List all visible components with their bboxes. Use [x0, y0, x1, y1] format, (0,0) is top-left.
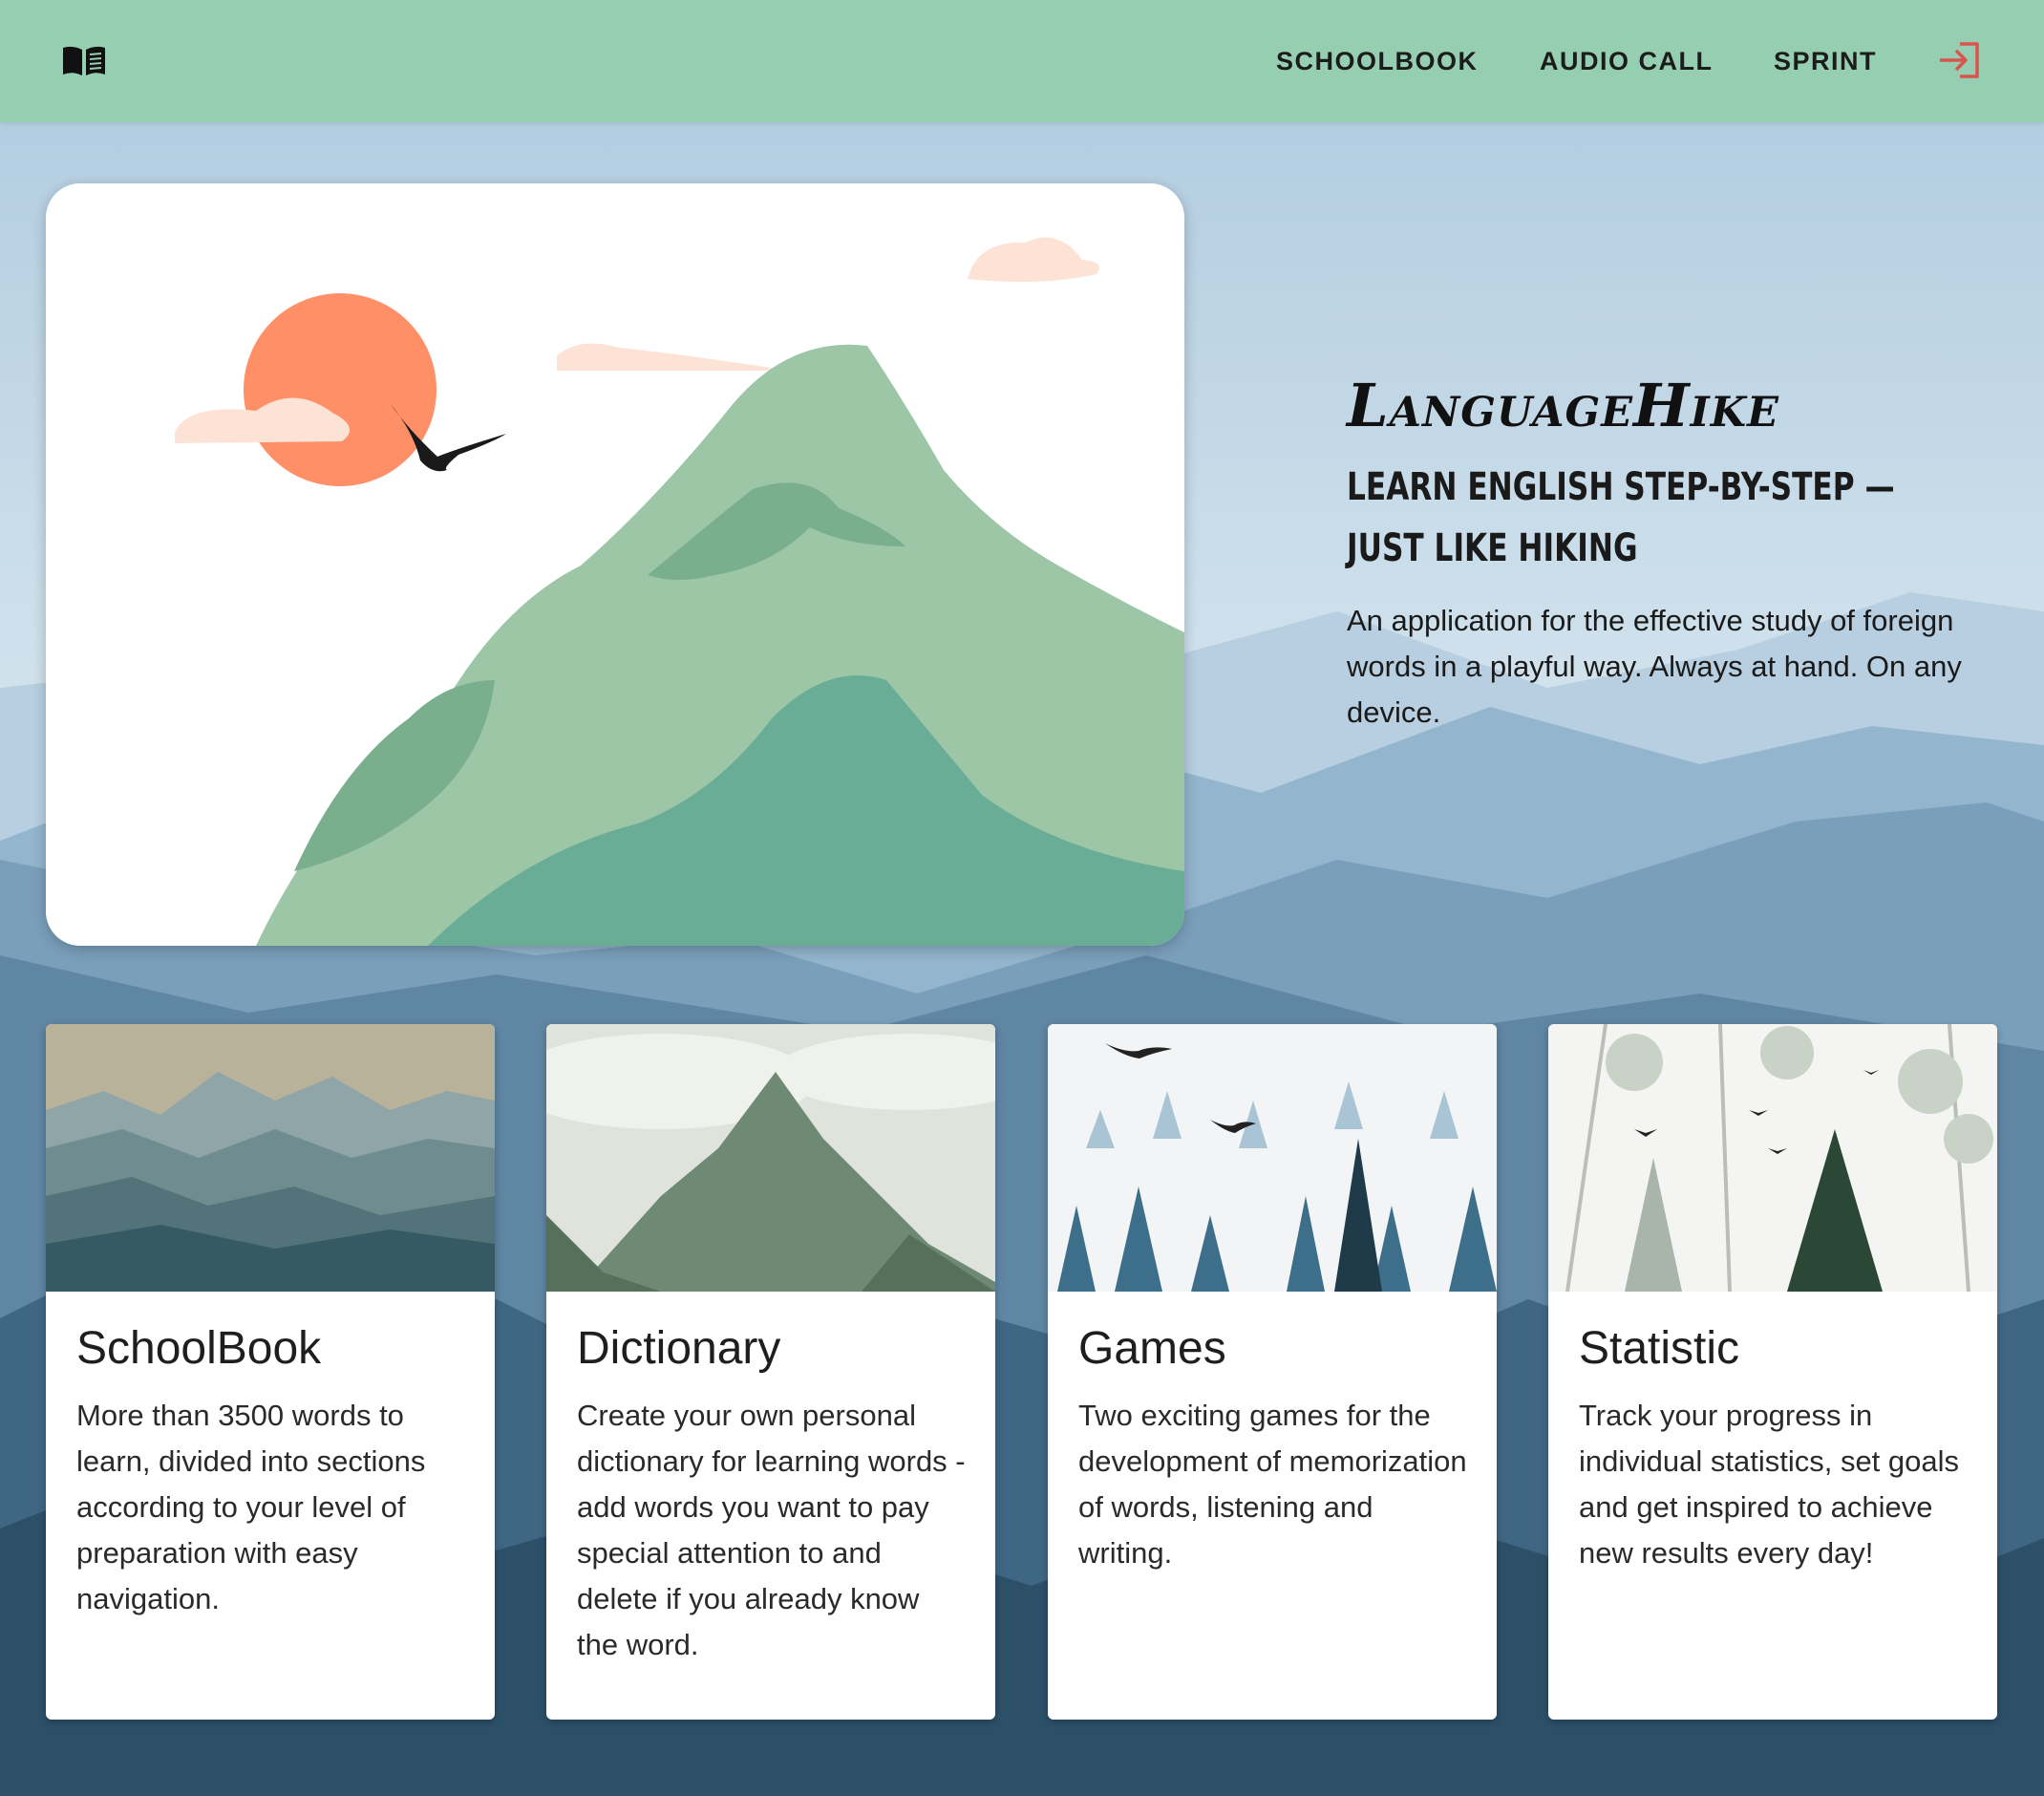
forest-birds-image [1048, 1024, 1497, 1292]
nav-audio-call-link[interactable]: AUDIO CALL [1540, 45, 1713, 77]
watercolor-trees-image [1548, 1024, 1997, 1292]
nav-schoolbook-link[interactable]: SCHOOLBOOK [1276, 45, 1479, 77]
card-description: Track your progress in individual statis… [1579, 1399, 1960, 1570]
nav-sprint-link[interactable]: SPRINT [1774, 45, 1877, 77]
login-arrow-icon[interactable] [1937, 41, 1981, 79]
hero-illustration [46, 183, 1184, 946]
feature-card-dictionary[interactable]: Dictionary Create your own personal dict… [546, 1024, 995, 1720]
foggy-mountain-image [546, 1024, 995, 1292]
misty-mountains-image [46, 1024, 495, 1292]
card-description: More than 3500 words to learn, divided i… [76, 1399, 426, 1615]
hero-text-block: LanguageHike LEARN ENGLISH STEP-BY-STEP … [1347, 363, 2015, 736]
card-title: SchoolBook [76, 1323, 322, 1374]
card-title: Dictionary [577, 1323, 781, 1374]
feature-card-statistic[interactable]: Statistic Track your progress in individ… [1548, 1024, 1997, 1720]
top-navigation-bar: SCHOOLBOOK AUDIO CALL SPRINT [0, 0, 2044, 122]
app-tagline: LEARN ENGLISH STEP-BY-STEP — JUST LIKE H… [1347, 465, 1895, 570]
app-description: An application for the effective study o… [1347, 604, 1962, 729]
card-title: Statistic [1579, 1323, 1740, 1374]
card-description: Create your own personal dictionary for … [577, 1399, 966, 1661]
feature-card-games[interactable]: Games Two exciting games for the develop… [1048, 1024, 1497, 1720]
mountain-sun-illustration [46, 183, 1184, 946]
open-book-icon[interactable] [61, 44, 107, 78]
app-title: LanguageHike [1347, 371, 1779, 440]
feature-card-schoolbook[interactable]: SchoolBook More than 3500 words to learn… [46, 1024, 495, 1720]
card-title: Games [1078, 1323, 1226, 1374]
card-description: Two exciting games for the development o… [1078, 1399, 1467, 1570]
